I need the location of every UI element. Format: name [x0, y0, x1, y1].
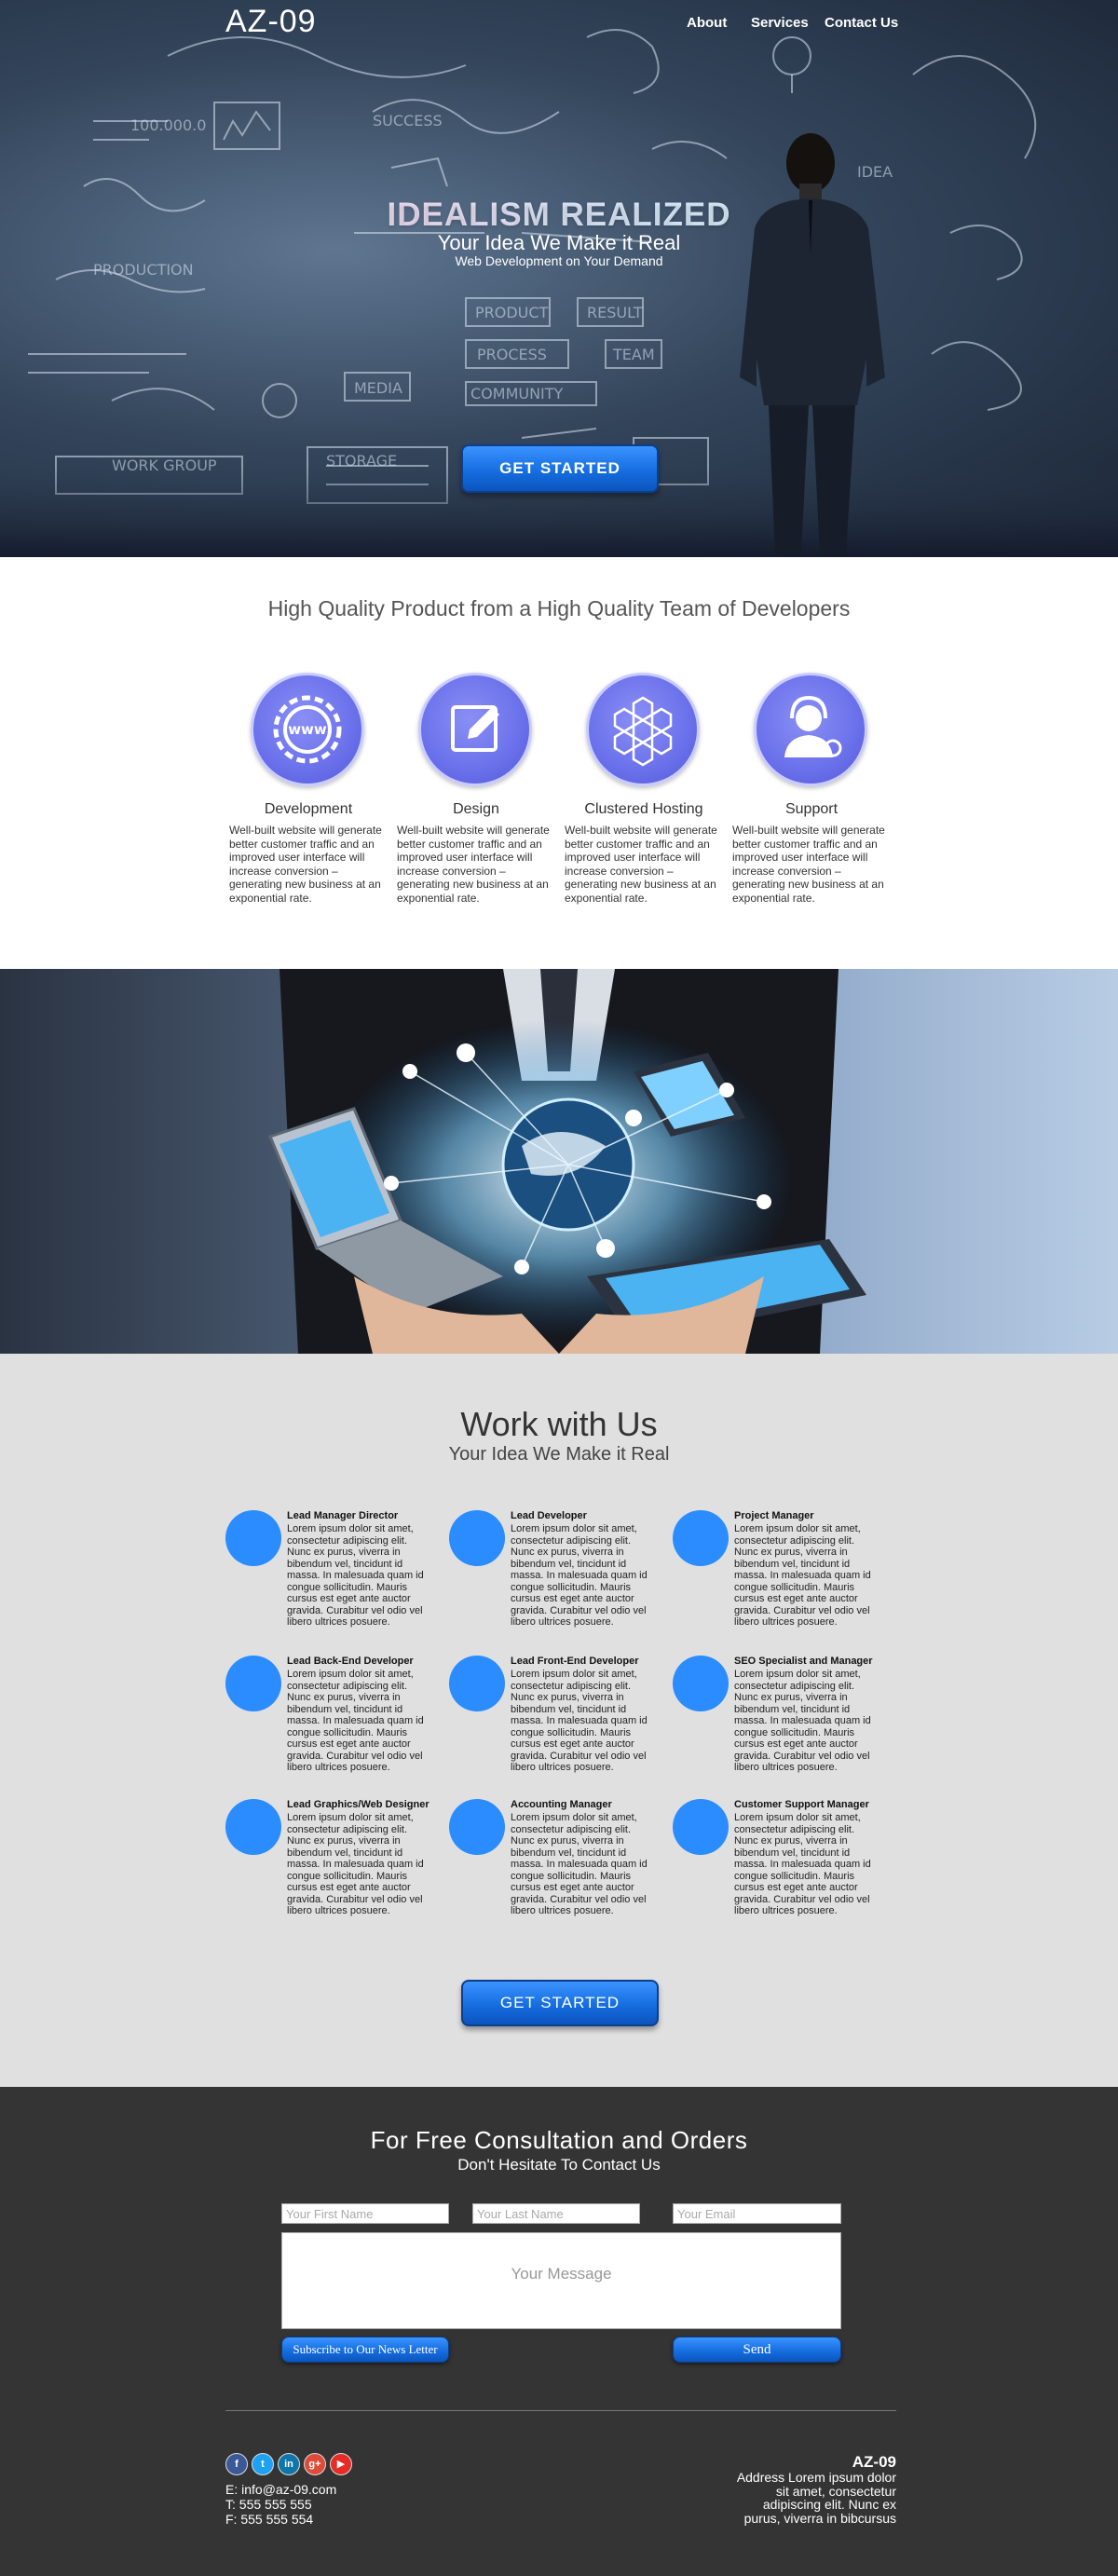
member-role: Project Manager [734, 1510, 814, 1521]
member-description: Lorem ipsum dolor sit amet, consectetur … [287, 1523, 424, 1628]
member-role: Accounting Manager [511, 1799, 612, 1810]
svg-text:COMMUNITY: COMMUNITY [470, 385, 564, 402]
hero-section: SUCCESS PRODUCT RESULT PROCESS TEAM COMM… [0, 0, 1118, 557]
nav-link-about[interactable]: About [687, 15, 727, 31]
svg-text:PROCESS: PROCESS [477, 346, 547, 363]
member-description: Lorem ipsum dolor sit amet, consectetur … [511, 1523, 648, 1628]
headset-support-icon [754, 673, 867, 786]
feature-title: Design [453, 801, 499, 817]
team-member-card: SEO Specialist and Manager Lorem ipsum d… [673, 1656, 887, 1786]
team-title: Work with Us [460, 1405, 658, 1443]
youtube-icon[interactable]: ▶ [330, 2453, 352, 2475]
team-subtitle: Your Idea We Make it Real [448, 1444, 670, 1465]
member-description: Lorem ipsum dolor sit amet, consectetur … [734, 1669, 871, 1773]
footer-phone: T: 555 555 555 [225, 2497, 312, 2512]
team-member-card: Lead Graphics/Web Designer Lorem ipsum d… [225, 1799, 440, 1929]
feature-text: Well-built website will generate better … [732, 824, 885, 905]
google-plus-icon[interactable]: g+ [304, 2453, 326, 2475]
technology-banner [0, 969, 1118, 1354]
hero-title: IDEALISM REALIZED [0, 197, 1118, 234]
team-member-card: Project Manager Lorem ipsum dolor sit am… [673, 1510, 887, 1641]
top-navigation: AZ-09 About Services Contact Us [0, 0, 1118, 47]
member-role: Lead Graphics/Web Designer [287, 1799, 429, 1810]
avatar [449, 1799, 505, 1855]
feature-text: Well-built website will generate better … [565, 824, 717, 905]
svg-text:SUCCESS: SUCCESS [373, 112, 443, 129]
pencil-edit-icon [418, 673, 532, 786]
member-description: Lorem ipsum dolor sit amet, consectetur … [734, 1523, 871, 1628]
team-member-card: Customer Support Manager Lorem ipsum dol… [673, 1799, 887, 1929]
member-description: Lorem ipsum dolor sit amet, consectetur … [287, 1669, 424, 1773]
team-member-card: Accounting Manager Lorem ipsum dolor sit… [449, 1799, 663, 1929]
feature-title: Support [784, 801, 838, 817]
avatar [673, 1656, 729, 1711]
contact-subtitle: Don't Hesitate To Contact Us [457, 2156, 661, 2174]
hands-technology-illustration [267, 969, 866, 1354]
hero-subtitle: Your Idea We Make it Real [437, 231, 681, 254]
contact-title: For Free Consultation and Orders [370, 2126, 748, 2154]
first-name-field[interactable] [281, 2203, 449, 2224]
services-section: High Quality Product from a High Quality… [0, 557, 1118, 969]
team-get-started-button[interactable]: GET STARTED [461, 1980, 659, 2026]
svg-text:RESULT: RESULT [587, 304, 643, 321]
avatar [449, 1656, 505, 1711]
hero-get-started-button[interactable]: GET STARTED [461, 444, 659, 493]
message-field[interactable] [281, 2232, 841, 2329]
member-description: Lorem ipsum dolor sit amet, consectetur … [287, 1812, 424, 1916]
feature-title: Development [264, 801, 353, 817]
email-field[interactable] [673, 2203, 841, 2224]
footer-email[interactable]: E: info@az-09.com [225, 2482, 336, 2497]
page: SUCCESS PRODUCT RESULT PROCESS TEAM COMM… [0, 0, 1118, 2576]
svg-text:100.000.0: 100.000.0 [130, 116, 206, 134]
member-role: Lead Back-End Developer [287, 1656, 414, 1667]
team-member-card: Lead Back-End Developer Lorem ipsum dolo… [225, 1656, 440, 1786]
hexagon-cluster-icon [586, 673, 700, 786]
brand-logo[interactable]: AZ-09 [225, 4, 317, 40]
nav-link-contact-us[interactable]: Contact Us [825, 15, 898, 31]
footer-fax: F: 555 555 554 [225, 2512, 314, 2527]
feature-title: Clustered Hosting [584, 801, 703, 817]
feature-text: Well-built website will generate better … [397, 824, 550, 905]
hero-tagline: Web Development on Your Demand [455, 253, 663, 268]
send-button[interactable]: Send [673, 2337, 841, 2363]
member-role: Lead Developer [511, 1510, 587, 1521]
member-description: Lorem ipsum dolor sit amet, consectetur … [734, 1812, 871, 1916]
team-member-card: Lead Developer Lorem ipsum dolor sit ame… [449, 1510, 663, 1641]
svg-text:MEDIA: MEDIA [354, 379, 402, 397]
svg-text:TEAM: TEAM [612, 346, 655, 363]
member-role: Customer Support Manager [734, 1799, 869, 1810]
member-role: Lead Front-End Developer [511, 1656, 639, 1667]
footer-divider [225, 2410, 896, 2411]
avatar [225, 1656, 281, 1711]
team-section: Work with Us Your Idea We Make it Real L… [0, 1354, 1118, 2087]
team-member-card: Lead Front-End Developer Lorem ipsum dol… [449, 1656, 663, 1786]
avatar [673, 1510, 729, 1566]
member-role: Lead Manager Director [287, 1510, 399, 1521]
last-name-field[interactable] [472, 2203, 640, 2224]
feature-text: Well-built website will generate better … [229, 824, 382, 905]
avatar [449, 1510, 505, 1566]
member-role: SEO Specialist and Manager [734, 1656, 873, 1667]
nav-link-services[interactable]: Services [751, 15, 809, 31]
svg-text:www: www [288, 721, 327, 738]
twitter-icon[interactable]: t [252, 2453, 274, 2475]
member-description: Lorem ipsum dolor sit amet, consectetur … [511, 1812, 648, 1916]
footer-brand: AZ-09 [852, 2453, 896, 2471]
newsletter-subscribe-button[interactable]: Subscribe to Our News Letter [281, 2337, 449, 2363]
avatar [225, 1799, 281, 1855]
team-member-card: Lead Manager Director Lorem ipsum dolor … [225, 1510, 440, 1641]
facebook-icon[interactable]: f [225, 2453, 248, 2475]
contact-section: For Free Consultation and Orders Don't H… [0, 2087, 1118, 2576]
linkedin-icon[interactable]: in [278, 2453, 300, 2475]
member-description: Lorem ipsum dolor sit amet, consectetur … [511, 1669, 648, 1773]
footer-address: Address Lorem ipsum dolor sit amet, cons… [736, 2470, 896, 2526]
businessman-figure [740, 133, 885, 554]
svg-text:PRODUCT: PRODUCT [475, 304, 549, 321]
services-heading: High Quality Product from a High Quality… [267, 596, 851, 620]
avatar [225, 1510, 281, 1566]
www-gear-icon: www [251, 673, 364, 786]
avatar [673, 1799, 729, 1855]
